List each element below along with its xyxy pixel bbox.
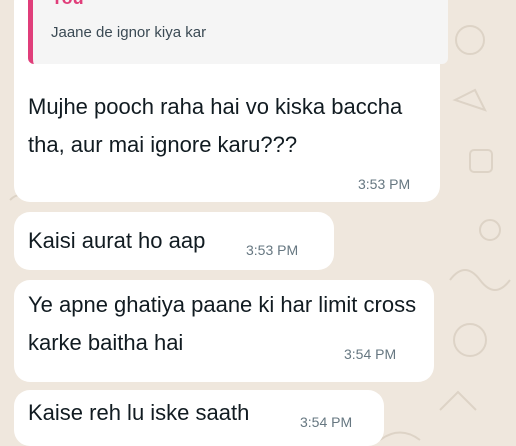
message-text: Kaisi aurat ho aap bbox=[28, 228, 206, 253]
message-bubble-with-quote[interactable]: You Jaane de ignor kiya kar Mujhe pooch … bbox=[14, 0, 448, 202]
message-bubble[interactable]: Ye apne ghatiya paane ki har limit cross… bbox=[14, 280, 434, 382]
message-time: 3:54 PM bbox=[300, 414, 353, 430]
quoted-reply[interactable]: You Jaane de ignor kiya kar bbox=[28, 0, 448, 64]
message-time: 3:53 PM bbox=[246, 242, 299, 258]
message-text: Mujhe pooch raha hai vo kiska baccha tha… bbox=[28, 94, 403, 157]
message-bubble[interactable]: Kaise reh lu iske saath 3:54 PM bbox=[14, 390, 384, 446]
message-text: Kaise reh lu iske saath bbox=[28, 400, 250, 425]
message-time: 3:54 PM bbox=[344, 346, 397, 362]
message-time: 3:53 PM bbox=[358, 176, 411, 192]
message-bubble[interactable]: Kaisi aurat ho aap 3:53 PM bbox=[14, 212, 334, 270]
quoted-text: Jaane de ignor kiya kar bbox=[51, 24, 207, 41]
quoted-author: You bbox=[51, 0, 84, 9]
